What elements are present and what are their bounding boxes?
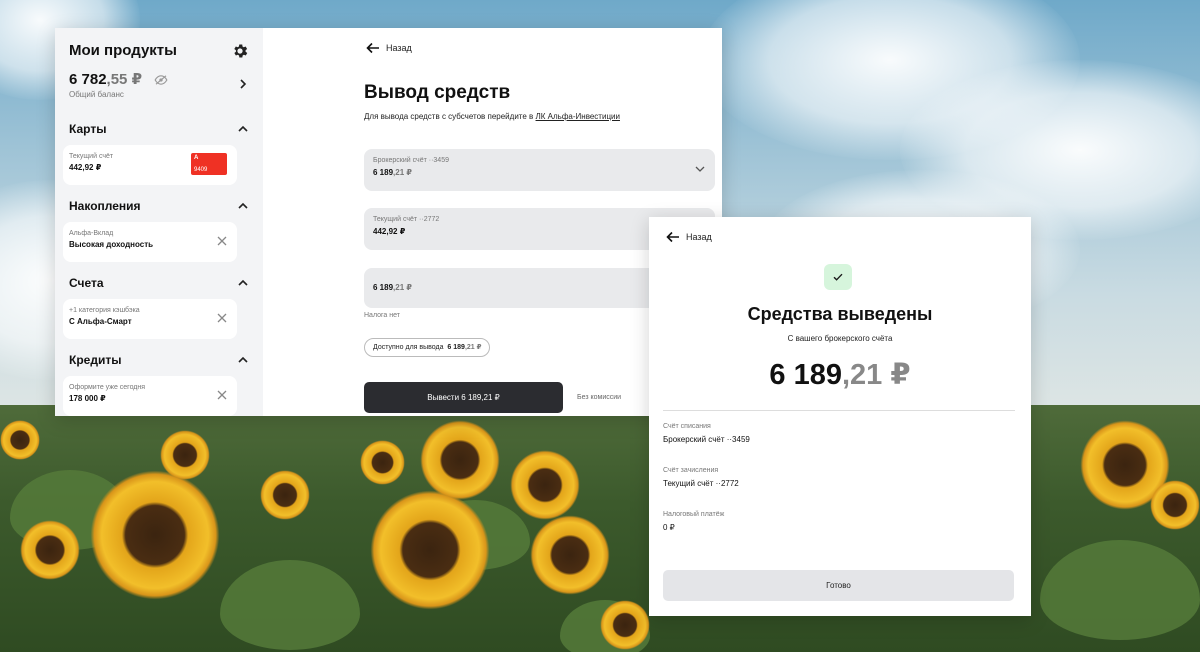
chevron-up-icon [238,125,248,132]
from-account-amount: 6 189,21 ₽ [373,168,715,177]
done-button[interactable]: Готово [663,570,1014,601]
chevron-up-icon [238,356,248,363]
amount-kop: ,21 ₽ [464,344,482,351]
back-button[interactable]: Назад [666,231,712,243]
close-icon[interactable] [217,236,227,246]
sunflower [160,430,210,480]
page-title: Вывод средств [364,82,511,103]
fee-note: Без комиссии [577,394,622,401]
check-icon [833,273,843,281]
from-account-label: Брокерский счёт ··3459 [373,157,449,164]
close-icon[interactable] [217,390,227,400]
sunflower [260,470,310,520]
investments-link[interactable]: ЛК Альфа-Инвестиции [536,112,620,121]
section-title: Кредиты [69,353,122,367]
balance-main: 6 782 [69,71,107,88]
success-subtitle: С вашего брокерского счёта [787,334,893,343]
back-button[interactable]: Назад [366,42,412,54]
sidebar-item-deposit[interactable]: Альфа-Вклад Высокая доходность [63,222,237,262]
sunflower [530,515,610,595]
amount-kop: ,21 ₽ [842,359,911,391]
item-label: Оформите уже сегодня [69,384,146,391]
amount-main: 6 189 [447,344,465,351]
sunflower [420,420,500,500]
products-sidebar: Мои продукты 6 782,55 ₽ Общий баланс Кар… [55,28,263,416]
back-label: Назад [686,232,712,242]
sunflower [370,490,490,610]
success-title: Средства выведены [747,304,933,324]
total-balance[interactable]: 6 782,55 ₽ Общий баланс [69,70,249,106]
amount-kop: ,21 ₽ [393,168,412,177]
gear-icon[interactable] [231,42,249,60]
detail-key: Счёт зачисления [663,467,719,474]
sidebar-header: Мои продукты [69,38,249,64]
success-badge [824,264,852,290]
sunflower [0,420,40,460]
item-value: Высокая доходность [69,240,154,249]
eye-off-icon[interactable] [154,75,168,85]
detail-credit-account: Счёт зачисления Текущий счёт ··2772 [663,467,739,488]
sunflower [1150,480,1200,530]
amount-main: 6 189 [769,359,842,391]
withdrawn-amount: 6 189,21 ₽ [649,357,1031,392]
section-accounts[interactable]: Счета [69,273,249,293]
balance-kop: ,55 ₽ [106,71,143,88]
chevron-up-icon [238,279,248,286]
detail-key: Счёт списания [663,423,711,430]
chevron-up-icon [238,202,248,209]
chevron-right-icon [240,79,247,89]
card-number: 9409 [194,167,208,173]
sunflower [90,470,220,600]
sunflower [20,520,80,580]
success-window: Назад Средства выведены С вашего брокерс… [649,217,1031,616]
detail-debit-account: Счёт списания Брокерский счёт ··3459 [663,423,750,444]
detail-value: Брокерский счёт ··3459 [663,435,750,444]
from-account-select[interactable]: Брокерский счёт ··3459 6 189,21 ₽ [364,149,715,191]
bank-card-thumbnail: A 9409 [191,153,227,175]
section-savings[interactable]: Накопления [69,196,249,216]
sidebar-item-credit[interactable]: Оформите уже сегодня 178 000 ₽ [63,376,237,416]
chevron-down-icon [695,166,705,172]
sidebar-item-current-account[interactable]: Текущий счёт 442,92 ₽ A 9409 [63,145,237,185]
detail-value: 0 ₽ [663,523,675,532]
balance-amount: 6 782,55 ₽ [69,70,249,88]
item-label: +1 категория кэшбэка [69,307,140,314]
sidebar-title: Мои продукты [69,42,177,59]
available-amount: 6 189,21 ₽ [447,344,481,351]
available-amount-chip[interactable]: Доступно для вывода 6 189,21 ₽ [364,338,491,357]
detail-tax-payment: Налоговый платёж 0 ₽ [663,511,724,532]
item-value: С Альфа-Смарт [69,317,132,326]
detail-value: Текущий счёт ··2772 [663,479,739,488]
sunflower [510,450,580,520]
card-logo: A [194,155,199,161]
available-label: Доступно для вывода [373,344,444,351]
arrow-left-icon [666,231,679,243]
section-title: Карты [69,122,107,136]
subaccount-hint: Для вывода средств с субсчетов перейдите… [364,112,620,121]
item-value: 178 000 ₽ [69,394,106,403]
amount-main: 6 189 [373,283,394,292]
amount-main: 6 189 [373,168,394,177]
amount-kop: ,21 ₽ [393,283,412,292]
section-credits[interactable]: Кредиты [69,350,249,370]
section-cards[interactable]: Карты [69,119,249,139]
detail-key: Налоговый платёж [663,511,725,518]
item-label: Альфа-Вклад [69,230,114,237]
section-title: Накопления [69,199,141,213]
withdraw-button[interactable]: Вывести 6 189,21 ₽ [364,382,563,413]
section-title: Счета [69,276,104,290]
arrow-left-icon [366,42,379,54]
back-label: Назад [386,43,412,53]
sunflower [360,440,405,485]
withdraw-window: Мои продукты 6 782,55 ₽ Общий баланс Кар… [55,28,722,416]
close-icon[interactable] [217,313,227,323]
sunflower [600,600,650,650]
sidebar-item-smart[interactable]: +1 категория кэшбэка С Альфа-Смарт [63,299,237,339]
hint-text: Для вывода средств с субсчетов перейдите… [364,112,534,121]
divider [663,410,1015,411]
tax-note: Налога нет [364,312,400,319]
balance-label: Общий баланс [69,90,124,99]
